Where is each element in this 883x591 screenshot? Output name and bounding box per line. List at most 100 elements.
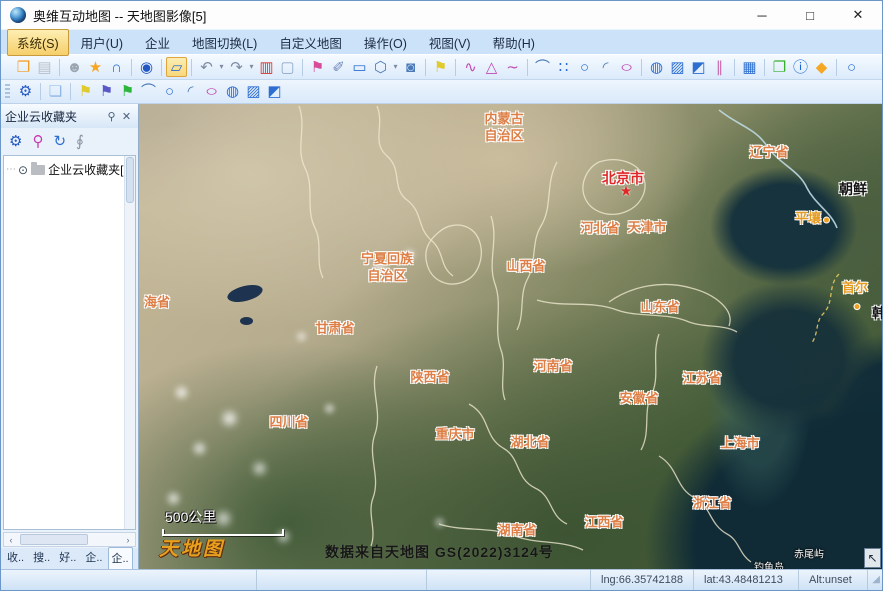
visibility-eye-icon[interactable]: ⊙ bbox=[18, 163, 28, 177]
scrollbar-thumb[interactable] bbox=[20, 534, 88, 545]
undo-caret-icon[interactable]: ▾ bbox=[217, 57, 226, 77]
province-borders bbox=[139, 104, 882, 569]
resize-grip[interactable]: ◢ bbox=[868, 574, 882, 586]
panel-close-icon[interactable]: ✕ bbox=[119, 110, 134, 123]
ruler-icon[interactable]: ▭ bbox=[349, 57, 370, 77]
menu-item[interactable]: 地图切换(L) bbox=[182, 29, 267, 56]
delete-icon[interactable]: ▥ bbox=[256, 57, 277, 77]
menu-item[interactable]: 自定义地图 bbox=[269, 29, 352, 56]
panel-search-icon[interactable]: ⚲ bbox=[32, 134, 43, 149]
tree-item[interactable]: ⋯ ⊙ 企业云收藏夹[ bbox=[4, 156, 124, 178]
filled-polygon-icon[interactable]: ◩ bbox=[264, 82, 285, 102]
favorite-star-icon[interactable]: ★ bbox=[85, 57, 106, 77]
menu-item[interactable]: 系统(S) bbox=[7, 29, 69, 56]
panel-settings-icon[interactable]: ⚙ bbox=[9, 134, 22, 149]
pin-yellow-icon[interactable]: ⚑ bbox=[75, 82, 96, 102]
scrollbar-track[interactable] bbox=[18, 533, 121, 546]
circle-icon[interactable]: ○ bbox=[574, 57, 595, 77]
menu-item[interactable]: 视图(V) bbox=[419, 29, 481, 56]
panel-tab[interactable]: 搜.. bbox=[29, 546, 54, 569]
camera-icon[interactable]: ◙ bbox=[400, 57, 421, 77]
scatter-points-icon[interactable]: ∷ bbox=[553, 57, 574, 77]
measure-area-caret-icon[interactable]: ▾ bbox=[391, 57, 400, 77]
toolbar-separator bbox=[131, 59, 132, 76]
panel-attach-icon[interactable]: ∮ bbox=[76, 134, 84, 149]
redo-caret-icon[interactable]: ▾ bbox=[247, 57, 256, 77]
scrollbar-thumb[interactable] bbox=[126, 157, 134, 203]
marquee-select-icon[interactable]: ▢ bbox=[277, 57, 298, 77]
chat-icon[interactable]: ❐ bbox=[769, 57, 790, 77]
select-region-icon[interactable]: ▱ bbox=[166, 57, 187, 77]
menu-item[interactable]: 帮助(H) bbox=[483, 29, 545, 56]
circle-icon[interactable]: ○ bbox=[159, 82, 180, 102]
save-icon[interactable]: ▤ bbox=[34, 57, 55, 77]
filled-polygon-icon[interactable]: ◩ bbox=[688, 57, 709, 77]
panel-refresh-icon[interactable]: ↻ bbox=[53, 134, 66, 149]
curve-icon[interactable]: ∼ bbox=[502, 57, 523, 77]
parallel-lines-icon[interactable]: ∥ bbox=[709, 57, 730, 77]
arc-icon[interactable]: ⌒ bbox=[138, 82, 159, 102]
users-icon[interactable]: ☻ bbox=[64, 57, 85, 77]
redo-icon[interactable]: ↷ bbox=[226, 57, 247, 77]
toolbar-separator bbox=[455, 59, 456, 76]
maximize-button[interactable]: □ bbox=[786, 1, 834, 29]
circle-partial-icon[interactable]: ○ bbox=[841, 57, 862, 77]
panel-toolbar: ⚙ ⚲ ↻ ∮ bbox=[1, 128, 138, 155]
panel-tab[interactable]: 好.. bbox=[55, 546, 80, 569]
menu-item[interactable]: 企业 bbox=[135, 29, 180, 56]
panel-pin-icon[interactable]: ⚲ bbox=[104, 110, 119, 123]
toolbar-grip-handle[interactable] bbox=[5, 84, 10, 100]
toolbar-separator bbox=[161, 59, 162, 76]
toolbar-separator bbox=[302, 59, 303, 76]
minimize-button[interactable]: ─ bbox=[738, 1, 786, 29]
panel-title: 企业云收藏夹 bbox=[5, 108, 104, 125]
menu-item[interactable]: 用户(U) bbox=[71, 29, 133, 56]
status-latitude: lat:43.48481213 bbox=[694, 570, 799, 590]
status-segment bbox=[1, 570, 257, 590]
tree-horizontal-scrollbar[interactable]: ‹ › bbox=[3, 532, 136, 547]
main-area: 企业云收藏夹 ⚲ ✕ ⚙ ⚲ ↻ ∮ ⋯ ⊙ bbox=[1, 104, 882, 569]
ellipse-icon[interactable]: ○ bbox=[611, 57, 643, 77]
track-route-icon[interactable]: ∩ bbox=[106, 57, 127, 77]
corner-arrow-icon[interactable]: ↖ bbox=[864, 548, 881, 568]
map-3d-icon[interactable]: ◉ bbox=[136, 57, 157, 77]
measure-distance-icon[interactable]: ✐ bbox=[328, 57, 349, 77]
ellipse-icon[interactable]: ○ bbox=[196, 82, 228, 102]
scroll-right-arrow[interactable]: › bbox=[121, 535, 135, 545]
grid-table-icon[interactable]: ▦ bbox=[739, 57, 760, 77]
panel-tab[interactable]: 企.. bbox=[81, 546, 106, 569]
open-folder-icon[interactable]: ❐ bbox=[13, 57, 34, 77]
filled-rect-icon[interactable]: ▨ bbox=[243, 82, 264, 102]
measure-area-icon[interactable]: ⬡ bbox=[370, 57, 391, 77]
filled-circle-icon[interactable]: ◍ bbox=[646, 57, 667, 77]
info-icon[interactable]: ⓘ bbox=[790, 57, 811, 77]
polygon-icon[interactable]: △ bbox=[481, 57, 502, 77]
undo-icon[interactable]: ↶ bbox=[196, 57, 217, 77]
favorites-panel: 企业云收藏夹 ⚲ ✕ ⚙ ⚲ ↻ ∮ ⋯ ⊙ bbox=[1, 104, 139, 569]
new-doc-icon[interactable]: ❏ bbox=[45, 82, 66, 102]
placemark-icon[interactable]: ⚑ bbox=[307, 57, 328, 77]
vip-gem-icon[interactable]: ◆ bbox=[811, 57, 832, 77]
pin-blue-icon[interactable]: ⚑ bbox=[96, 82, 117, 102]
tree-expander[interactable]: ⋯ bbox=[6, 164, 15, 175]
panel-tab-bar: 收.. 搜.. 好.. 企.. 企.. bbox=[1, 548, 138, 569]
panel-tab[interactable]: 收.. bbox=[3, 546, 28, 569]
folder-icon bbox=[31, 165, 45, 175]
close-button[interactable]: ✕ bbox=[834, 1, 882, 29]
panel-tab[interactable]: 企.. bbox=[108, 547, 133, 569]
menu-bar: 系统(S) 用户(U) 企业 地图切换(L) 自定义地图 操作(O) 视图(V)… bbox=[1, 29, 882, 54]
pin-green-icon[interactable]: ⚑ bbox=[117, 82, 138, 102]
toolbar-separator bbox=[40, 83, 41, 100]
map-viewport[interactable]: 内蒙古 自治区 辽宁省 北京市 ★ 朝鲜 平壤 河北省 天津市 宁夏回族 自治区… bbox=[139, 104, 882, 569]
filled-rect-icon[interactable]: ▨ bbox=[667, 57, 688, 77]
settings-gear-icon[interactable]: ⚙ bbox=[15, 82, 36, 102]
scroll-left-arrow[interactable]: ‹ bbox=[4, 535, 18, 545]
toolbar-separator bbox=[527, 59, 528, 76]
toolbar-separator bbox=[59, 59, 60, 76]
polyline-icon[interactable]: ∿ bbox=[460, 57, 481, 77]
window-title: 奥维互动地图 -- 天地图影像[5] bbox=[33, 6, 206, 25]
tree-vertical-scrollbar[interactable] bbox=[124, 156, 135, 529]
arc-icon[interactable]: ⌒ bbox=[532, 57, 553, 77]
menu-item[interactable]: 操作(O) bbox=[354, 29, 417, 56]
pushpin-icon[interactable]: ⚑ bbox=[430, 57, 451, 77]
